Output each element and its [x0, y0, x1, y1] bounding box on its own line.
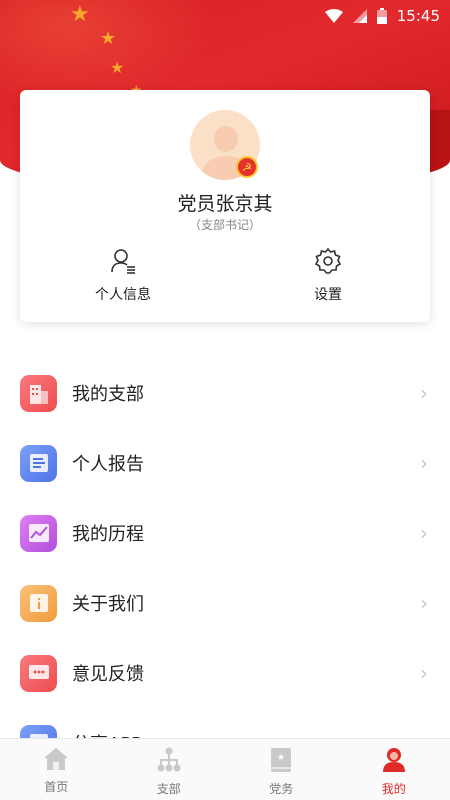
gear-icon [314, 247, 342, 278]
settings-label: 设置 [314, 287, 342, 303]
user-icon [381, 747, 407, 777]
bottom-nav: 首页 支部 ★ 党务 我的 [0, 738, 450, 800]
org-tree-icon [156, 747, 182, 777]
menu-label: 意见反馈 [72, 664, 144, 685]
menu-list: 我的支部 › 个人报告 › 我的历程 › 关于我们 › 意见反馈 › 分享APP [0, 358, 450, 778]
nav-label: 党务 [269, 782, 294, 796]
nav-label: 我的 [381, 782, 406, 796]
star-decoration: ★ [110, 58, 125, 77]
person-info-icon [110, 248, 136, 278]
chart-icon [20, 514, 57, 552]
chevron-right-icon: › [420, 661, 428, 685]
info-icon [20, 584, 57, 622]
nav-item-branch[interactable]: 支部 [113, 739, 226, 800]
home-icon [43, 747, 69, 775]
report-icon [20, 444, 57, 482]
personal-info-label: 个人信息 [95, 287, 151, 303]
party-emblem-icon: ☭ [236, 156, 258, 178]
chevron-right-icon: › [420, 591, 428, 615]
settings-button[interactable]: 设置 [258, 247, 398, 303]
party-book-icon: ★ [269, 747, 293, 777]
nav-label: 支部 [156, 782, 181, 796]
nav-item-mine[interactable]: 我的 [338, 739, 450, 800]
status-time: 15:45 [396, 7, 440, 25]
menu-item-my-history[interactable]: 我的历程 › [0, 498, 450, 568]
building-icon [20, 374, 57, 412]
nav-label: 首页 [44, 780, 69, 794]
member-name: 党员张京其 [177, 193, 273, 215]
menu-item-about-us[interactable]: 关于我们 › [0, 568, 450, 638]
menu-label: 我的历程 [72, 524, 144, 545]
battery-icon [376, 8, 387, 24]
chevron-right-icon: › [420, 451, 428, 475]
wifi-icon [324, 9, 343, 23]
menu-item-personal-report[interactable]: 个人报告 › [0, 428, 450, 498]
avatar-head [214, 126, 238, 152]
menu-label: 个人报告 [72, 454, 144, 475]
menu-label: 关于我们 [72, 594, 144, 615]
signal-icon [352, 9, 367, 23]
chevron-right-icon: › [420, 521, 428, 545]
personal-info-button[interactable]: 个人信息 [53, 248, 193, 303]
nav-item-party-affairs[interactable]: ★ 党务 [225, 739, 338, 800]
status-bar: 15:45 [0, 0, 450, 32]
menu-item-feedback[interactable]: 意见反馈 › [0, 638, 450, 708]
feedback-icon [20, 654, 57, 692]
menu-label: 我的支部 [72, 384, 144, 405]
star-decoration: ★ [100, 28, 117, 49]
svg-text:★: ★ [277, 753, 285, 763]
chevron-right-icon: › [420, 381, 428, 405]
menu-item-my-branch[interactable]: 我的支部 › [0, 358, 450, 428]
member-role: （支部书记） [188, 218, 261, 232]
profile-card: ☭ 党员张京其 （支部书记） 个人信息 设置 [20, 90, 430, 322]
nav-item-home[interactable]: 首页 [0, 739, 113, 800]
